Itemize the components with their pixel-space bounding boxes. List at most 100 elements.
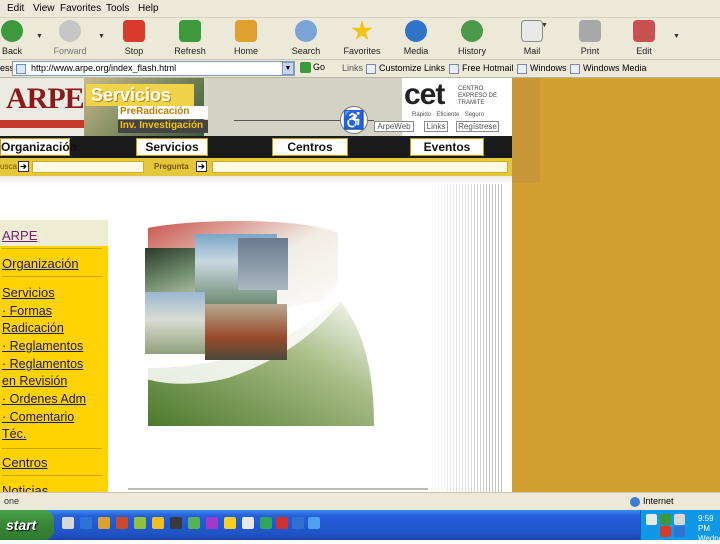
ie-icon[interactable] <box>80 517 92 529</box>
leftnav-formas[interactable]: · Formas <box>2 303 52 319</box>
nav-eventos[interactable]: Eventos <box>410 138 484 156</box>
address-dropdown-icon[interactable]: ▼ <box>282 62 294 75</box>
leftnav-servicios[interactable]: Servicios <box>2 285 55 301</box>
leftnav-organizacion[interactable]: Organización <box>2 256 79 272</box>
leftnav-tec[interactable]: Téc. <box>2 426 26 442</box>
quicklaunch-icon[interactable] <box>134 517 146 529</box>
globe-icon <box>630 496 640 507</box>
home-button[interactable]: Home <box>224 20 268 56</box>
media-icon <box>405 20 427 42</box>
quicklaunch-icon[interactable] <box>308 517 320 529</box>
mail-dropdown-icon[interactable]: ▼ <box>541 22 548 29</box>
edit-button[interactable]: Edit <box>622 20 666 56</box>
edit-dropdown-icon[interactable]: ▼ <box>673 33 680 40</box>
refresh-button[interactable]: Refresh <box>168 20 212 56</box>
link-customize[interactable]: Customize Links <box>366 63 445 74</box>
print-button[interactable]: Print <box>568 20 612 56</box>
address-input[interactable]: http://www.arpe.org/index_flash.html <box>12 61 295 76</box>
cet-subtitle: Rápido · Eficiente · Seguro <box>412 112 485 118</box>
back-button[interactable]: Back <box>0 20 34 56</box>
forward-button[interactable]: Forward <box>48 20 92 56</box>
main-nav: Organización Servicios Centros Eventos <box>0 136 512 158</box>
menu-view[interactable]: View <box>33 3 55 14</box>
links-label[interactable]: Links <box>342 63 363 73</box>
tray-icon[interactable] <box>660 514 671 525</box>
favorites-button[interactable]: Favorites <box>340 20 384 56</box>
register-link[interactable]: Regístrese <box>456 121 499 132</box>
link-page-icon <box>366 63 376 74</box>
quicklaunch-icon[interactable] <box>224 517 236 529</box>
quicklaunch-icon[interactable] <box>116 517 128 529</box>
leftnav-noticias[interactable]: Noticias <box>2 483 48 492</box>
investigacion-link[interactable]: Inv. Investigación <box>118 120 208 133</box>
pregunta-arrow-icon[interactable]: ➔ <box>196 161 207 172</box>
back-dropdown-icon[interactable]: ▼ <box>36 33 43 40</box>
quicklaunch-icon[interactable] <box>170 517 182 529</box>
search-button[interactable]: Search <box>284 20 328 56</box>
leftnav-en-revision[interactable]: en Revisión <box>2 373 67 389</box>
menu-favorites[interactable]: Favorites <box>60 3 101 14</box>
menu-edit[interactable]: Edit <box>7 3 24 14</box>
leftnav-reglamentos-revision[interactable]: · Reglamentos <box>2 356 83 372</box>
pregunta-input[interactable] <box>212 161 508 173</box>
security-zone: Internet <box>630 496 674 507</box>
link-windows-media[interactable]: Windows Media <box>570 63 647 74</box>
nav-centros[interactable]: Centros <box>272 138 348 156</box>
tray-icon[interactable] <box>674 526 685 537</box>
printer-icon <box>579 20 601 42</box>
refresh-icon <box>179 20 201 42</box>
stop-icon <box>123 20 145 42</box>
quicklaunch-icon[interactable] <box>292 517 304 529</box>
leftnav-comentario[interactable]: · Comentario <box>2 409 74 425</box>
logo-stripe <box>0 120 84 128</box>
arpeweb-link[interactable]: ArpeWeb <box>374 121 414 132</box>
history-button[interactable]: History <box>450 20 494 56</box>
header-shadow <box>0 176 512 184</box>
page-viewport: ARPE Servicios PreRadicación Inv. Invest… <box>0 78 720 492</box>
separator <box>2 448 102 449</box>
leftnav-ordenes-adm[interactable]: · Ordenes Adm <box>2 391 86 407</box>
stop-button[interactable]: Stop <box>112 20 156 56</box>
leftnav-radicacion[interactable]: Radicación <box>2 320 64 336</box>
nav-organizacion[interactable]: Organización <box>0 138 77 156</box>
start-button[interactable]: start <box>0 510 54 540</box>
nav-servicios[interactable]: Servicios <box>136 138 208 156</box>
quicklaunch-icon[interactable] <box>62 517 74 529</box>
pregunta-label: Pregunta <box>154 162 189 171</box>
divider <box>128 488 428 490</box>
home-icon <box>235 20 257 42</box>
separator <box>2 475 102 476</box>
toolbar: Back ▼ Forward ▼ Stop Refresh Home Searc… <box>0 18 720 60</box>
quicklaunch-icon[interactable] <box>242 517 254 529</box>
accessibility-icon[interactable]: ♿ <box>340 106 368 134</box>
leftnav-arpe[interactable]: ARPE <box>2 228 37 244</box>
quicklaunch-icon[interactable] <box>188 517 200 529</box>
tray-icon[interactable] <box>646 514 657 525</box>
search-input[interactable] <box>32 161 144 173</box>
quicklaunch-icon[interactable] <box>98 517 110 529</box>
servicios-title: Servicios <box>86 84 194 106</box>
links-link[interactable]: Links <box>424 121 448 132</box>
tray-icon[interactable] <box>660 526 671 537</box>
status-text: one <box>4 496 20 506</box>
leftnav-centros[interactable]: Centros <box>2 455 48 471</box>
address-bar: ess http://www.arpe.org/index_flash.html… <box>0 60 720 78</box>
preradicacion-link[interactable]: PreRadicación <box>118 106 208 119</box>
media-button[interactable]: Media <box>394 20 438 56</box>
menu-tools[interactable]: Tools <box>106 3 129 14</box>
search-arrow-icon[interactable]: ➔ <box>18 161 29 172</box>
quicklaunch-icon[interactable] <box>206 517 218 529</box>
link-hotmail[interactable]: Free Hotmail <box>449 63 514 74</box>
leftnav-reglamentos[interactable]: · Reglamentos <box>2 338 83 354</box>
arpe-logo[interactable]: ARPE <box>6 82 85 116</box>
forward-dropdown-icon[interactable]: ▼ <box>98 33 105 40</box>
tray-icon[interactable] <box>674 514 685 525</box>
quicklaunch-icon[interactable] <box>276 517 288 529</box>
cet-logo[interactable]: cet <box>404 78 445 112</box>
go-button[interactable]: Go <box>300 62 330 76</box>
quicklaunch-icon[interactable] <box>260 517 272 529</box>
menu-help[interactable]: Help <box>138 3 159 14</box>
link-windows[interactable]: Windows <box>517 63 567 74</box>
folder-icon[interactable] <box>152 517 164 529</box>
edit-icon <box>633 20 655 42</box>
